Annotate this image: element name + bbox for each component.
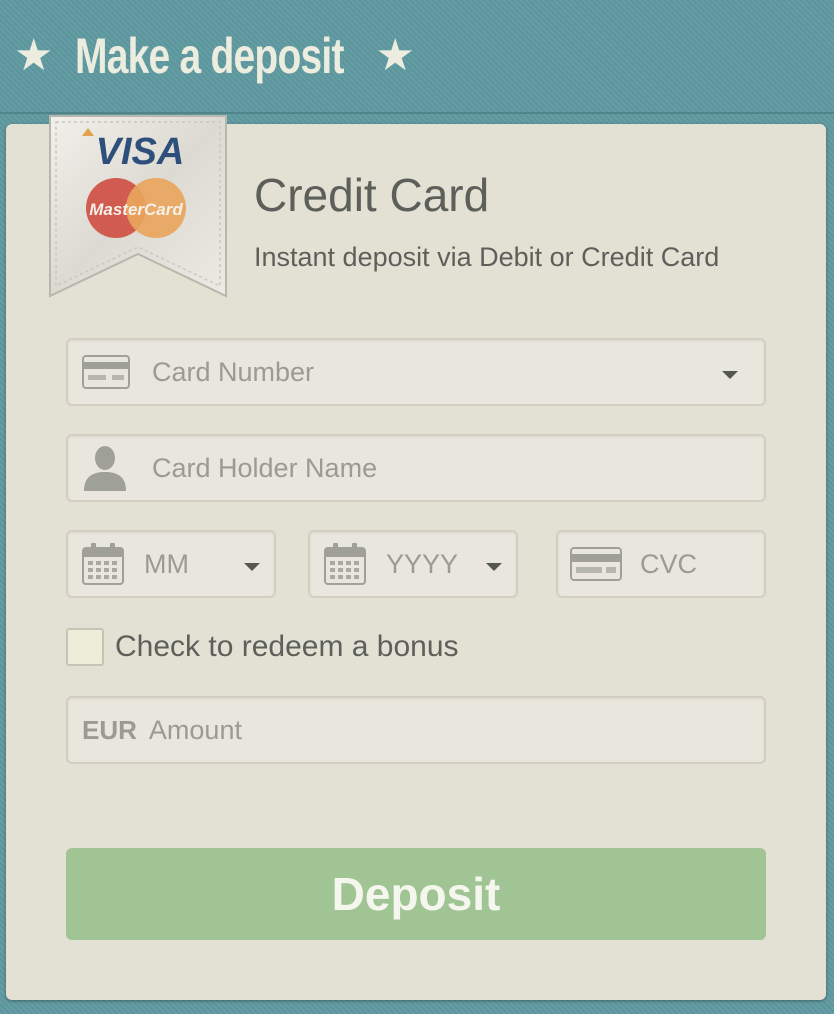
star-icon-right: ★	[375, 30, 415, 81]
user-icon	[82, 445, 128, 491]
card-number-placeholder: Card Number	[152, 356, 315, 387]
credit-card-icon	[570, 547, 622, 581]
calendar-icon	[82, 543, 124, 585]
cvc-placeholder: CVC	[640, 548, 698, 579]
payment-method-subtitle: Instant deposit via Debit or Credit Card	[254, 242, 720, 272]
star-icon-left: ★	[14, 30, 54, 81]
card-holder-field[interactable]: Card Holder Name	[66, 434, 766, 502]
credit-card-icon	[82, 355, 130, 389]
expiry-year-select[interactable]: YYYY	[308, 530, 518, 598]
card-holder-placeholder: Card Holder Name	[152, 452, 378, 483]
expiry-month-select[interactable]: MM	[66, 530, 276, 598]
mastercard-logo: MasterCard	[89, 200, 183, 219]
currency-label: EUR	[82, 714, 137, 745]
expiry-month-placeholder: MM	[144, 548, 189, 579]
card-number-field[interactable]: Card Number	[66, 338, 766, 406]
payment-method-title: Credit Card	[254, 169, 490, 221]
card-brands-badge: VISA MasterCard	[48, 114, 228, 298]
amount-field[interactable]: EUR Amount	[66, 696, 766, 764]
chevron-down-icon[interactable]	[486, 563, 502, 571]
chevron-down-icon[interactable]	[722, 371, 738, 379]
deposit-button[interactable]: Deposit	[66, 848, 766, 940]
bonus-checkbox[interactable]	[66, 628, 104, 666]
expiry-year-placeholder: YYYY	[386, 548, 459, 579]
chevron-down-icon[interactable]	[244, 563, 260, 571]
cvc-field[interactable]: CVC	[556, 530, 766, 598]
bonus-checkbox-label[interactable]: Check to redeem a bonus	[115, 630, 459, 664]
page-title: Make a deposit	[75, 28, 345, 84]
page-header: ★ Make a deposit ★	[0, 0, 834, 112]
amount-placeholder: Amount	[148, 714, 242, 745]
visa-logo: VISA	[96, 131, 185, 173]
calendar-icon	[324, 543, 366, 585]
